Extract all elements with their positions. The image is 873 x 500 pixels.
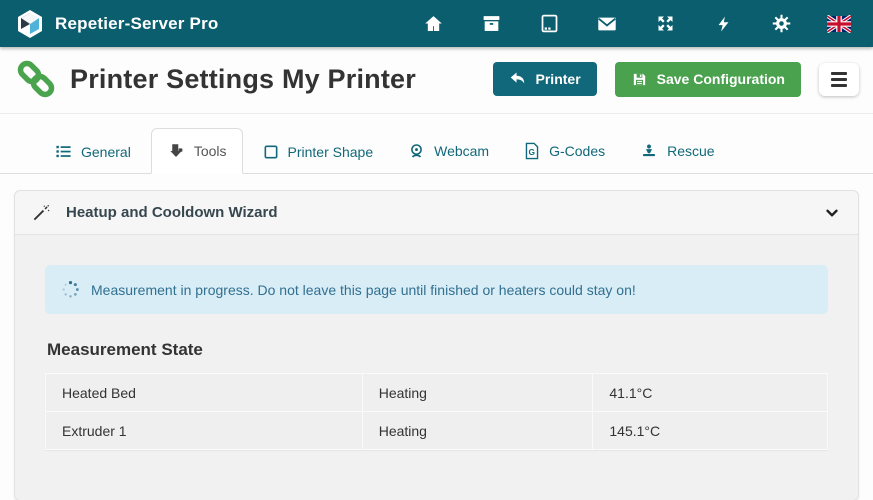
header-actions: Printer Save Configuration (493, 62, 859, 97)
spinner-icon (61, 280, 80, 299)
state-cell: Heating (362, 412, 593, 450)
device-cell: Heated Bed (46, 374, 363, 412)
brand-title: Repetier-Server Pro (55, 14, 218, 34)
device-cell: Extruder 1 (46, 412, 363, 450)
svg-text:G: G (529, 147, 535, 157)
save-configuration-button[interactable]: Save Configuration (615, 62, 801, 97)
magic-wand-icon (32, 203, 51, 222)
messages-icon[interactable] (595, 12, 619, 36)
measurement-state-heading: Measurement State (47, 340, 828, 360)
connection-link-icon (14, 57, 58, 101)
tab-rescue[interactable]: Rescue (625, 129, 729, 173)
save-configuration-label: Save Configuration (657, 71, 785, 87)
tab-tools[interactable]: Tools (151, 128, 243, 174)
tab-general[interactable]: General (40, 130, 146, 173)
heatup-wizard-panel: Heatup and Cooldown Wizard (14, 190, 859, 500)
tab-gcodes-label: G-Codes (549, 143, 605, 159)
measurement-table: Heated Bed Heating 41.1°C Extruder 1 Hea… (45, 373, 828, 450)
chevron-down-icon[interactable] (823, 204, 841, 222)
tab-webcam-label: Webcam (434, 143, 489, 159)
gcode-file-icon: G (524, 142, 540, 160)
back-arrow-icon (509, 71, 527, 87)
tab-rescue-label: Rescue (667, 143, 714, 159)
tab-general-label: General (81, 144, 131, 160)
hamburger-icon (831, 72, 847, 75)
rescue-icon (640, 142, 658, 160)
back-to-printer-label: Printer (536, 71, 581, 87)
fullscreen-icon[interactable] (653, 12, 677, 36)
save-icon (631, 71, 648, 88)
extruder-icon (167, 142, 185, 160)
touchscreen-icon[interactable] (537, 12, 561, 36)
alert-text: Measurement in progress. Do not leave th… (91, 282, 636, 298)
navbar-icon-menu (421, 12, 857, 36)
language-flag-uk-icon[interactable] (827, 12, 851, 36)
tab-printer-shape[interactable]: Printer Shape (248, 131, 389, 173)
temperature-cell: 145.1°C (593, 412, 828, 450)
home-icon[interactable] (421, 12, 445, 36)
panel-title: Heatup and Cooldown Wizard (66, 204, 278, 221)
menu-button[interactable] (819, 63, 859, 96)
page-header: Printer Settings My Printer Printer S (0, 47, 873, 114)
quick-commands-icon[interactable] (711, 12, 735, 36)
measurement-progress-alert: Measurement in progress. Do not leave th… (45, 265, 828, 314)
brand[interactable]: Repetier-Server Pro (16, 9, 218, 39)
page-title: Printer Settings My Printer (70, 64, 416, 95)
repetier-logo-icon (16, 9, 44, 39)
shape-square-icon (263, 144, 279, 160)
top-navbar: Repetier-Server Pro (0, 0, 873, 47)
tab-printer-shape-label: Printer Shape (288, 144, 374, 160)
printer-box-icon[interactable] (479, 12, 503, 36)
table-row-extruder-1: Extruder 1 Heating 145.1°C (46, 412, 828, 450)
settings-tabs: General Tools Printer Shape (0, 114, 873, 174)
tab-webcam[interactable]: Webcam (393, 129, 504, 173)
list-icon (55, 143, 72, 160)
temperature-cell: 41.1°C (593, 374, 828, 412)
webcam-icon (408, 142, 425, 160)
state-cell: Heating (362, 374, 593, 412)
panel-body: Measurement in progress. Do not leave th… (15, 235, 858, 500)
back-to-printer-button[interactable]: Printer (493, 62, 597, 96)
global-settings-icon[interactable] (769, 12, 793, 36)
tab-tools-label: Tools (194, 143, 227, 159)
heatup-wizard-panel-header[interactable]: Heatup and Cooldown Wizard (15, 191, 858, 235)
app-root: Repetier-Server Pro (0, 0, 873, 500)
table-row-heated-bed: Heated Bed Heating 41.1°C (46, 374, 828, 412)
tab-gcodes[interactable]: G G-Codes (509, 129, 620, 173)
